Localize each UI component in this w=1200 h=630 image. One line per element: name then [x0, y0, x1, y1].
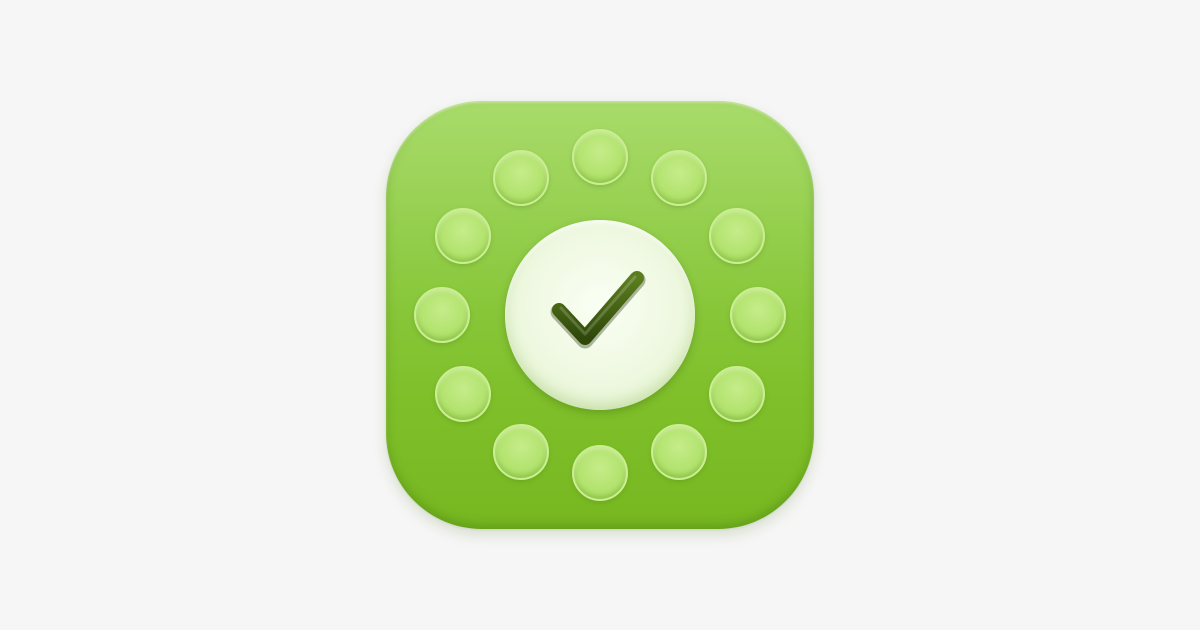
- ring-dot: [651, 150, 707, 207]
- ring-dot: [493, 150, 549, 207]
- ring-dot: [493, 423, 549, 480]
- canvas: [0, 0, 1200, 630]
- app-icon[interactable]: [386, 101, 814, 529]
- checkmark-icon: [550, 271, 646, 349]
- ring-dot: [572, 129, 628, 185]
- ring-dot: [414, 287, 470, 343]
- ring-dot: [708, 366, 765, 422]
- ring-dot: [730, 287, 786, 343]
- center-disc: [505, 220, 695, 410]
- ring-dot: [435, 366, 492, 422]
- ring-dot: [708, 208, 765, 264]
- ring-dot: [572, 445, 628, 501]
- ring-dot: [435, 208, 492, 264]
- ring-dot: [651, 423, 707, 480]
